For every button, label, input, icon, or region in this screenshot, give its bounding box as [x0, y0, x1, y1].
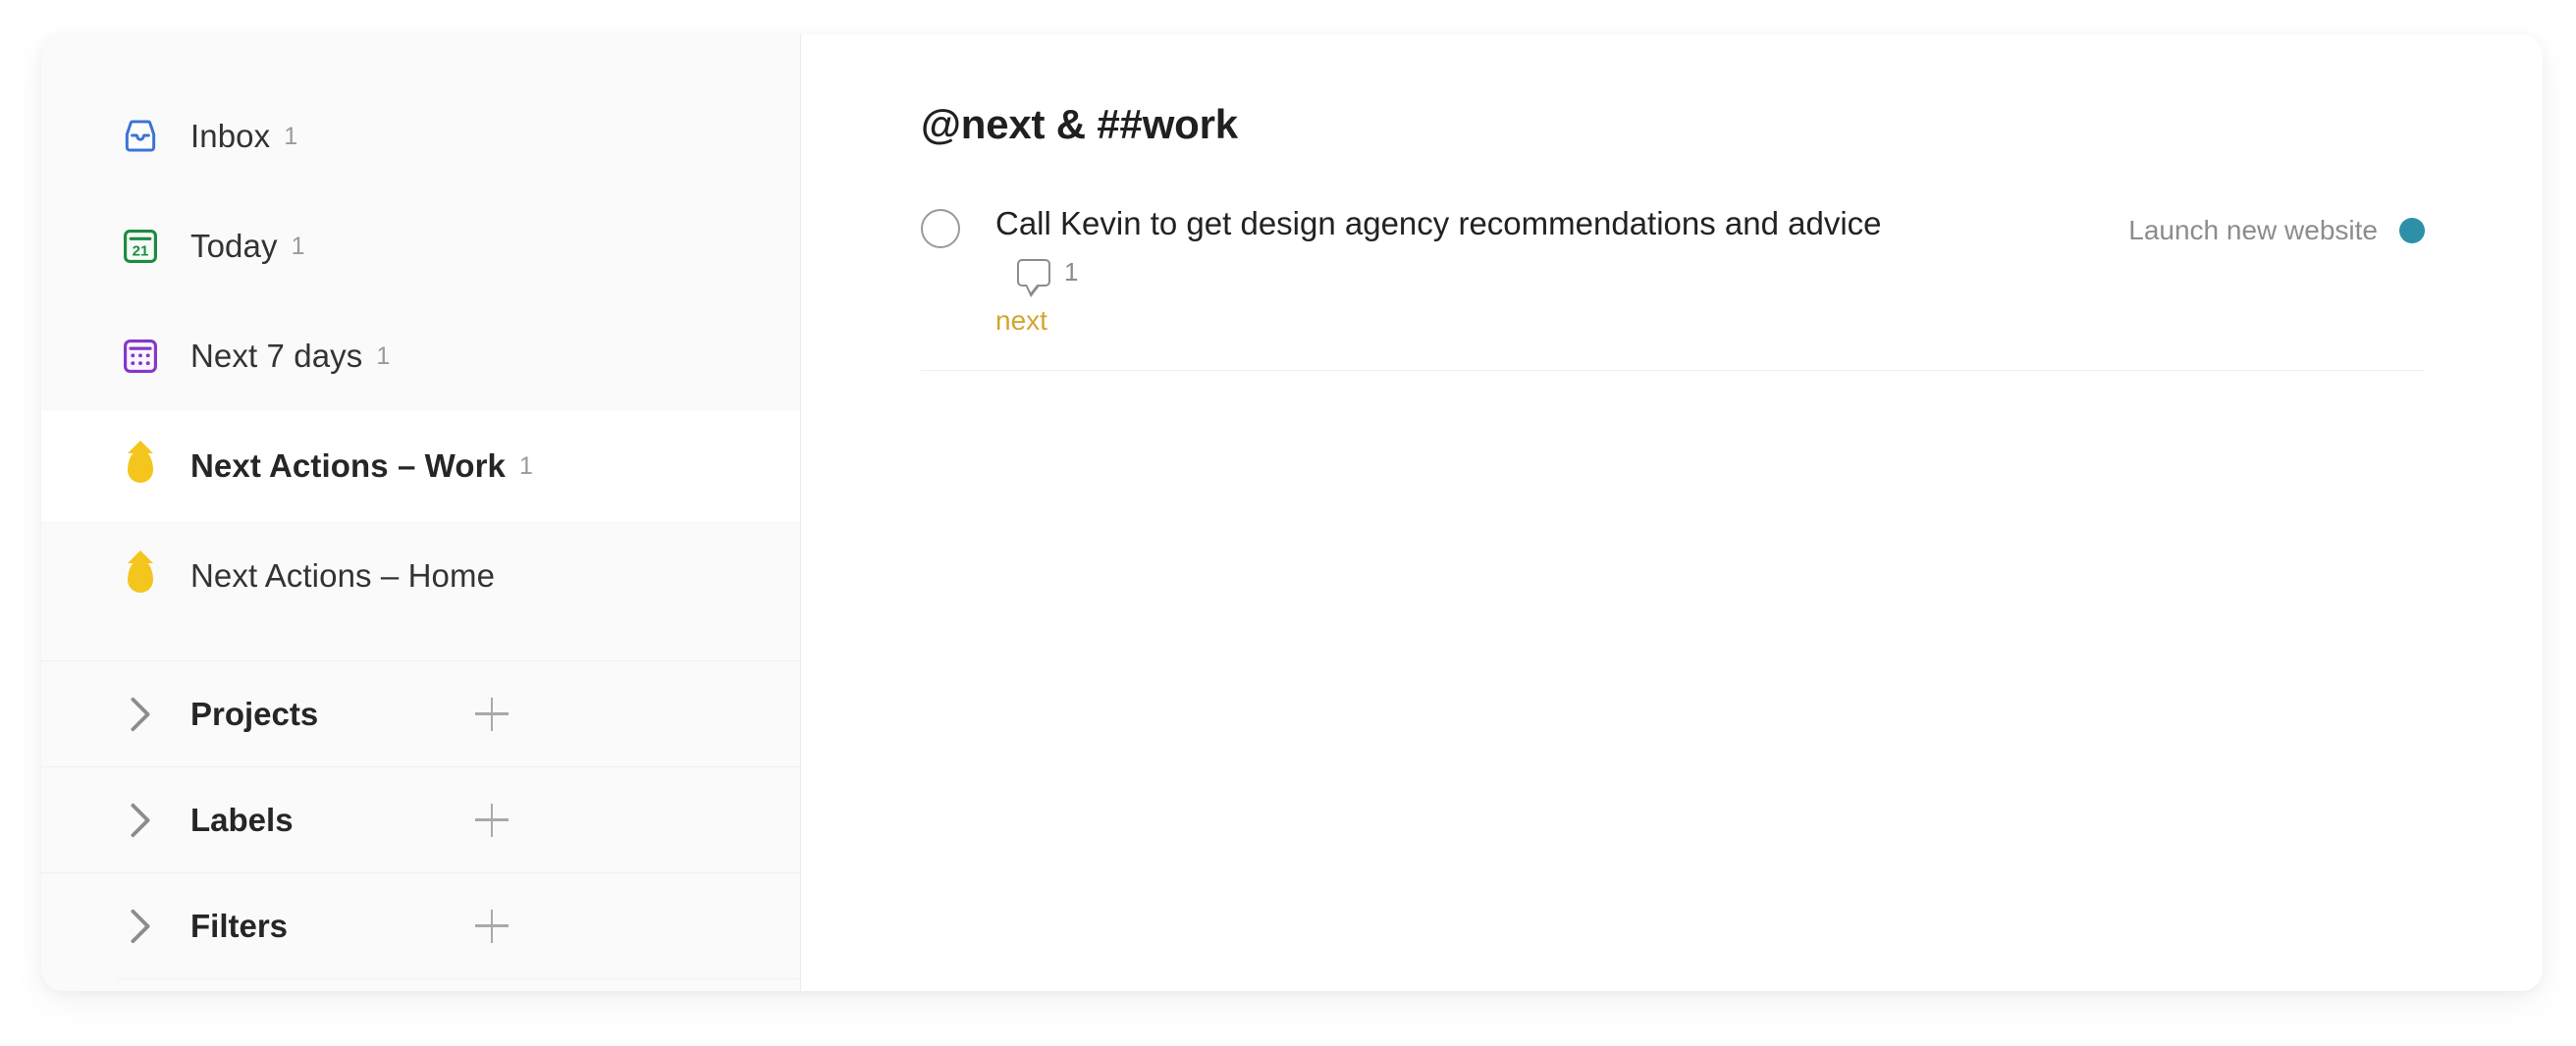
task-complete-checkbox[interactable]: [921, 209, 960, 248]
inbox-icon: [118, 114, 163, 159]
sidebar-item-next-7-days[interactable]: Next 7 days 1: [41, 301, 800, 411]
page-title: @next & ##work: [921, 101, 1238, 147]
sidebar-item-label: Next 7 days: [190, 338, 363, 374]
add-filter-button[interactable]: [468, 903, 515, 950]
sidebar-divider: [118, 978, 800, 979]
filter-droplet-icon: [118, 550, 163, 599]
add-project-button[interactable]: [468, 691, 515, 738]
sidebar-item-label: Today: [190, 228, 278, 264]
sidebar-section-labels[interactable]: Labels: [41, 766, 800, 872]
sidebar-item-label: Inbox: [190, 118, 271, 154]
sidebar-section-label: Labels: [190, 801, 294, 838]
main-content: @next & ##work Call Kevin to get design …: [801, 34, 2543, 991]
sidebar-item-count: 1: [284, 122, 298, 150]
task-label-next[interactable]: next: [995, 305, 1047, 336]
svg-text:21: 21: [133, 242, 149, 259]
task-list: Call Kevin to get design agency recommen…: [921, 201, 2425, 371]
sidebar-item-next-actions-home[interactable]: Next Actions – Home: [41, 521, 800, 631]
comment-icon: [1017, 258, 1050, 297]
app-window: Inbox 1 21 Today 1 Next 7 days 1 Next Ac…: [41, 34, 2543, 991]
project-color-dot: [2399, 218, 2425, 243]
chevron-right-icon[interactable]: [118, 802, 163, 839]
chevron-right-icon[interactable]: [118, 696, 163, 733]
task-labels: next: [995, 305, 2089, 337]
sidebar: Inbox 1 21 Today 1 Next 7 days 1 Next Ac…: [41, 34, 801, 991]
task-title[interactable]: Call Kevin to get design agency recommen…: [995, 205, 1882, 241]
sidebar-item-label: Next Actions – Work: [190, 447, 506, 484]
sidebar-section-filters[interactable]: Filters: [41, 872, 800, 978]
filter-droplet-icon: [118, 441, 163, 489]
task-row[interactable]: Call Kevin to get design agency recommen…: [921, 201, 2425, 371]
task-project-meta[interactable]: Launch new website: [2128, 215, 2425, 246]
task-body: Call Kevin to get design agency recommen…: [995, 201, 2128, 337]
sidebar-item-next-actions-work[interactable]: Next Actions – Work 1: [41, 411, 800, 521]
chevron-right-icon[interactable]: [118, 908, 163, 945]
comment-count: 1: [1064, 257, 1079, 288]
sidebar-item-count: 1: [518, 451, 533, 480]
sidebar-item-count: 1: [376, 341, 391, 370]
sidebar-section-label: Projects: [190, 695, 319, 732]
sidebar-section-label: Filters: [190, 907, 289, 944]
sidebar-item-label: Next Actions – Home: [190, 557, 496, 594]
sidebar-item-inbox[interactable]: Inbox 1: [41, 81, 800, 191]
sidebar-section-projects[interactable]: Projects: [41, 660, 800, 766]
task-comment-chip[interactable]: 1: [1017, 254, 1079, 297]
calendar-week-icon: [118, 334, 163, 379]
sidebar-item-count: 1: [291, 232, 305, 260]
sidebar-item-today[interactable]: 21 Today 1: [41, 191, 800, 301]
task-content-wrapper: Call Kevin to get design agency recommen…: [995, 201, 1938, 297]
add-label-button[interactable]: [468, 797, 515, 844]
calendar-today-icon: 21: [118, 224, 163, 269]
task-project-name: Launch new website: [2128, 215, 2378, 245]
